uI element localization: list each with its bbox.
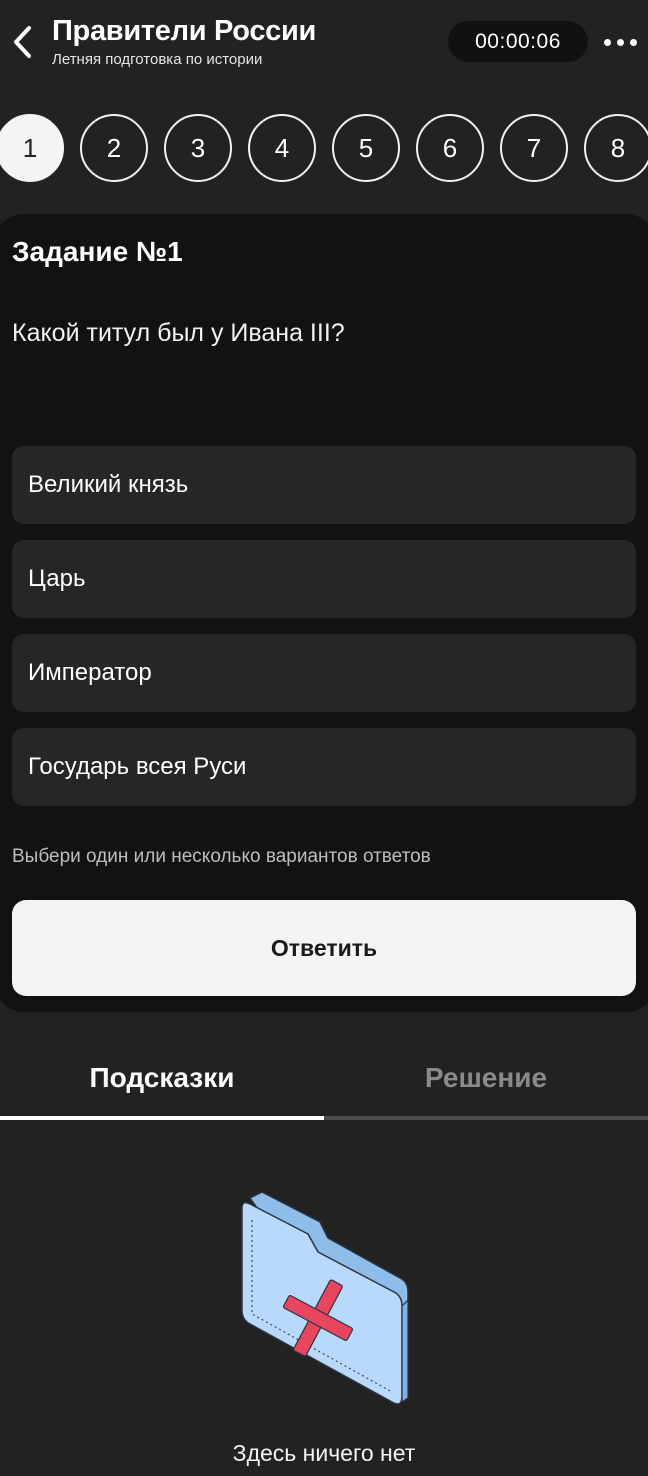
back-button[interactable] xyxy=(4,20,40,64)
answer-button[interactable]: Ответить xyxy=(12,900,636,996)
title-block: Правители России Летняя подготовка по ис… xyxy=(52,14,316,70)
more-dot-icon xyxy=(617,38,624,46)
answer-option-2[interactable]: Царь xyxy=(12,540,636,618)
tabs-bar: Подсказки Решение xyxy=(0,1040,648,1120)
question-number-6[interactable]: 6 xyxy=(416,114,484,182)
more-dot-icon xyxy=(604,38,611,46)
page-subtitle: Летняя подготовка по истории xyxy=(52,51,263,68)
question-number-1[interactable]: 1 xyxy=(0,114,64,182)
answer-option-3[interactable]: Император xyxy=(12,634,636,712)
answer-option-4[interactable]: Государь всея Руси xyxy=(12,728,636,806)
more-menu-button[interactable] xyxy=(604,24,648,60)
task-card: Задание №1 Какой титул был у Ивана III? … xyxy=(0,214,648,1012)
question-number-4[interactable]: 4 xyxy=(248,114,316,182)
page-title: Правители России xyxy=(52,15,317,47)
timer-badge: 00:00:06 xyxy=(448,21,588,62)
question-text: Какой титул был у Ивана III? xyxy=(12,319,345,347)
tab-hints[interactable]: Подсказки xyxy=(0,1040,324,1116)
question-number-2[interactable]: 2 xyxy=(80,114,148,182)
empty-folder-icon xyxy=(241,1191,409,1405)
question-navigation: 1 2 3 4 5 6 7 8 xyxy=(0,114,648,184)
answer-option-1[interactable]: Великий князь xyxy=(12,446,636,524)
tab-indicator-inactive xyxy=(324,1116,648,1120)
more-dot-icon xyxy=(630,38,637,46)
question-number-3[interactable]: 3 xyxy=(164,114,232,182)
task-title: Задание №1 xyxy=(12,236,183,267)
question-number-8[interactable]: 8 xyxy=(584,114,648,182)
tab-indicator-active xyxy=(0,1116,324,1120)
top-bar: Правители России Летняя подготовка по ис… xyxy=(0,0,648,86)
empty-state-text: Здесь ничего нет xyxy=(232,1440,416,1466)
question-number-5[interactable]: 5 xyxy=(332,114,400,182)
question-number-7[interactable]: 7 xyxy=(500,114,568,182)
tab-solution[interactable]: Решение xyxy=(324,1040,648,1116)
chevron-left-icon xyxy=(14,26,31,58)
selection-hint: Выбери один или несколько вариантов отве… xyxy=(12,846,431,867)
